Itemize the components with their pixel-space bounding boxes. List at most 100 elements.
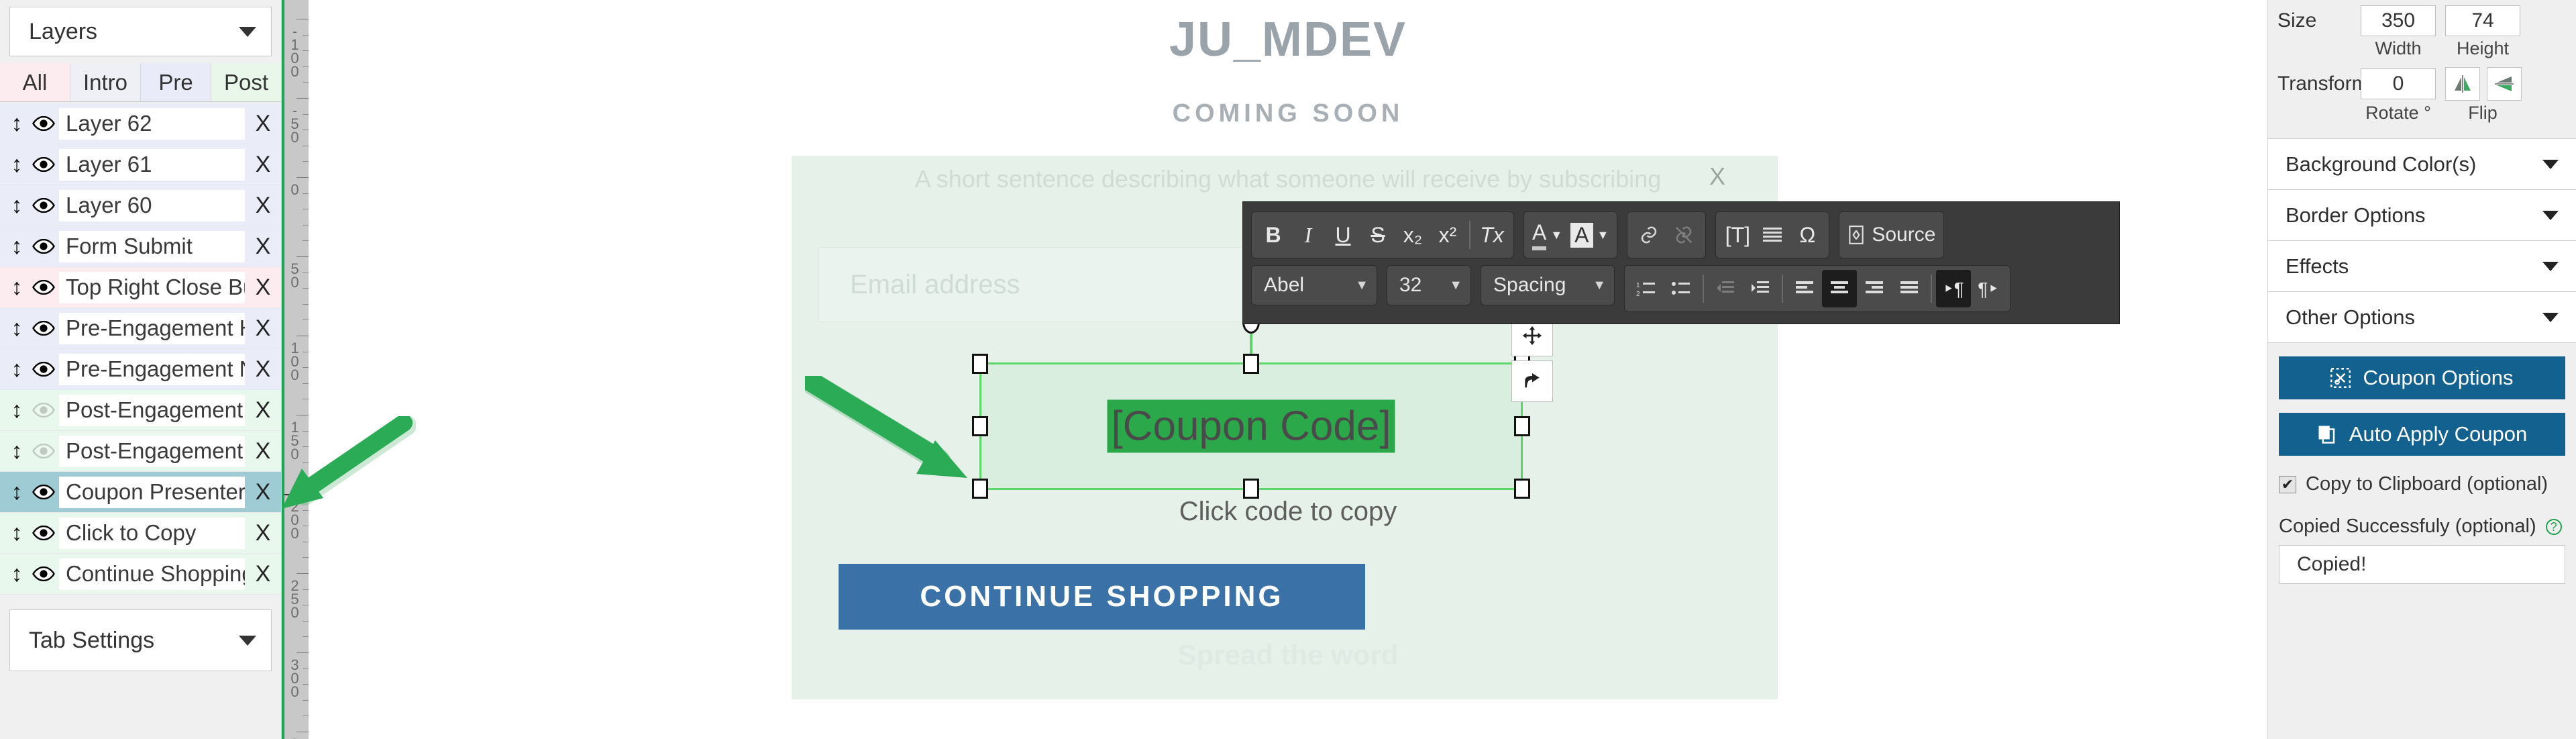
layer-row[interactable]: ↕ Click to Copy X bbox=[0, 513, 281, 554]
design-canvas[interactable]: JU_MDEV COMING SOON X A short sentence d… bbox=[309, 0, 2267, 739]
eye-visible-icon[interactable] bbox=[28, 198, 59, 213]
delete-layer-button[interactable]: X bbox=[245, 152, 281, 178]
eye-visible-icon[interactable] bbox=[28, 239, 59, 254]
layer-name-input[interactable]: Click to Copy bbox=[59, 517, 245, 549]
tab-settings-dropdown[interactable]: Tab Settings bbox=[9, 609, 272, 671]
delete-layer-button[interactable]: X bbox=[245, 193, 281, 219]
eye-visible-icon[interactable] bbox=[28, 485, 59, 499]
flip-horizontal-icon[interactable] bbox=[2445, 67, 2480, 101]
tab-post[interactable]: Post bbox=[211, 63, 281, 101]
italic-icon[interactable]: I bbox=[1291, 216, 1326, 254]
source-group[interactable]: Source bbox=[1839, 211, 1945, 258]
layer-name-input[interactable]: Form Submit bbox=[59, 230, 245, 262]
layer-name-input[interactable]: Pre-Engagement He bbox=[59, 312, 245, 344]
drag-handle-icon[interactable]: ↕ bbox=[5, 112, 28, 135]
layer-row[interactable]: ↕ Pre-Engagement NoX bbox=[0, 349, 281, 390]
layer-name-input[interactable]: Post-Engagement S bbox=[59, 435, 245, 467]
drag-handle-icon[interactable]: ↕ bbox=[5, 276, 28, 299]
coupon-options-button[interactable]: Coupon Options bbox=[2279, 356, 2565, 399]
align-left-icon[interactable] bbox=[1787, 270, 1822, 307]
eye-visible-icon[interactable] bbox=[28, 362, 59, 377]
layer-name-input[interactable]: Pre-Engagement No bbox=[59, 353, 245, 385]
ltr-icon[interactable]: ‣¶ bbox=[1936, 270, 1971, 307]
drag-handle-icon[interactable]: ↕ bbox=[5, 235, 28, 258]
layer-name-input[interactable]: Layer 62 bbox=[59, 107, 245, 140]
align-center-icon[interactable] bbox=[1822, 270, 1857, 307]
coupon-code-text[interactable]: [Coupon Code] bbox=[1107, 399, 1395, 453]
drag-handle-icon[interactable]: ↕ bbox=[5, 358, 28, 381]
layer-name-input[interactable]: Coupon Presenter bbox=[59, 476, 245, 508]
drag-handle-icon[interactable]: ↕ bbox=[5, 153, 28, 176]
rtl-icon[interactable]: ¶‣ bbox=[1971, 270, 2006, 307]
accordion-item[interactable]: Effects bbox=[2268, 241, 2576, 292]
eye-visible-icon[interactable] bbox=[28, 566, 59, 581]
eye-visible-icon[interactable] bbox=[28, 526, 59, 540]
remove-format-icon[interactable]: Tx bbox=[1474, 216, 1509, 254]
delete-layer-button[interactable]: X bbox=[245, 479, 281, 505]
layer-row[interactable]: ↕ Layer 61 X bbox=[0, 144, 281, 185]
delete-layer-button[interactable]: X bbox=[245, 315, 281, 342]
accordion-item[interactable]: Border Options bbox=[2268, 190, 2576, 241]
tab-all[interactable]: All bbox=[0, 63, 70, 101]
drag-handle-icon[interactable]: ↕ bbox=[5, 399, 28, 422]
drag-handle-icon[interactable]: ↕ bbox=[5, 317, 28, 340]
eye-visible-icon[interactable] bbox=[28, 116, 59, 131]
delete-layer-button[interactable]: X bbox=[245, 397, 281, 424]
drag-handle-icon[interactable]: ↕ bbox=[5, 440, 28, 462]
templates-icon[interactable]: [T] bbox=[1720, 216, 1755, 254]
copy-to-clipboard-checkbox[interactable]: ✔ bbox=[2279, 475, 2296, 493]
layer-name-input[interactable]: Layer 61 bbox=[59, 148, 245, 181]
horizontal-rule-icon[interactable] bbox=[1755, 216, 1790, 254]
layer-name-input[interactable]: Layer 60 bbox=[59, 189, 245, 221]
delete-layer-button[interactable]: X bbox=[245, 111, 281, 137]
spacing-select[interactable]: Spacing ▼ bbox=[1481, 265, 1615, 305]
indent-icon[interactable] bbox=[1743, 270, 1778, 307]
layer-row[interactable]: ↕ Layer 62 X bbox=[0, 103, 281, 144]
eye-visible-icon[interactable] bbox=[28, 157, 59, 172]
eye-hidden-icon[interactable] bbox=[28, 444, 59, 458]
eye-visible-icon[interactable] bbox=[28, 280, 59, 295]
eye-hidden-icon[interactable] bbox=[28, 403, 59, 417]
drag-handle-icon[interactable]: ↕ bbox=[5, 481, 28, 503]
layer-row[interactable]: ↕ Continue Shopping IX bbox=[0, 554, 281, 595]
width-input[interactable]: 350 bbox=[2361, 5, 2436, 36]
superscript-icon[interactable]: x² bbox=[1430, 216, 1465, 254]
link-icon[interactable] bbox=[1631, 216, 1666, 254]
layer-row[interactable]: ↕ Layer 60 X bbox=[0, 185, 281, 226]
share-icon[interactable] bbox=[1511, 360, 1553, 402]
delete-layer-button[interactable]: X bbox=[245, 520, 281, 546]
layer-name-input[interactable]: Top Right Close Butt bbox=[59, 271, 245, 303]
continue-shopping-button[interactable]: CONTINUE SHOPPING bbox=[839, 564, 1365, 630]
drag-handle-icon[interactable]: ↕ bbox=[5, 522, 28, 544]
layers-panel-header[interactable]: Layers bbox=[9, 7, 272, 56]
drag-handle-icon[interactable]: ↕ bbox=[5, 562, 28, 585]
font-size-select[interactable]: 32 ▼ bbox=[1387, 265, 1471, 305]
flip-vertical-icon[interactable] bbox=[2487, 67, 2522, 101]
drag-handle-icon[interactable]: ↕ bbox=[5, 194, 28, 217]
layer-row[interactable]: ↕ Top Right Close ButtX bbox=[0, 267, 281, 308]
background-color-icon[interactable]: A ▼ bbox=[1566, 216, 1613, 254]
layer-row[interactable]: ↕ Pre-Engagement HeX bbox=[0, 308, 281, 349]
eye-visible-icon[interactable] bbox=[28, 321, 59, 336]
numbered-list-icon[interactable]: 1 2 bbox=[1629, 270, 1664, 307]
help-icon[interactable]: ? bbox=[2545, 519, 2562, 536]
layer-row[interactable]: ↕ Post-Engagement SX bbox=[0, 431, 281, 472]
delete-layer-button[interactable]: X bbox=[245, 234, 281, 260]
delete-layer-button[interactable]: X bbox=[245, 438, 281, 464]
copied-message-input[interactable]: Copied! bbox=[2279, 545, 2565, 585]
auto-apply-coupon-button[interactable]: Auto Apply Coupon bbox=[2279, 413, 2565, 456]
layer-name-input[interactable]: Continue Shopping I bbox=[59, 558, 245, 590]
font-family-select[interactable]: Abel ▼ bbox=[1251, 265, 1377, 305]
layer-row[interactable]: ↕ Post-Engagement HX bbox=[0, 390, 281, 431]
delete-layer-button[interactable]: X bbox=[245, 275, 281, 301]
resize-handle-nw[interactable] bbox=[972, 354, 988, 374]
align-justify-icon[interactable] bbox=[1892, 270, 1927, 307]
layer-row[interactable]: ↕ Form Submit X bbox=[0, 226, 281, 267]
bold-icon[interactable]: B bbox=[1256, 216, 1291, 254]
resize-handle-sw[interactable] bbox=[972, 479, 988, 499]
accordion-item[interactable]: Background Color(s) bbox=[2268, 139, 2576, 190]
text-color-icon[interactable]: A ▼ bbox=[1528, 216, 1566, 254]
resize-handle-n[interactable] bbox=[1243, 354, 1259, 374]
layer-row[interactable]: ↕ Coupon Presenter X bbox=[0, 472, 281, 513]
bulleted-list-icon[interactable] bbox=[1664, 270, 1699, 307]
